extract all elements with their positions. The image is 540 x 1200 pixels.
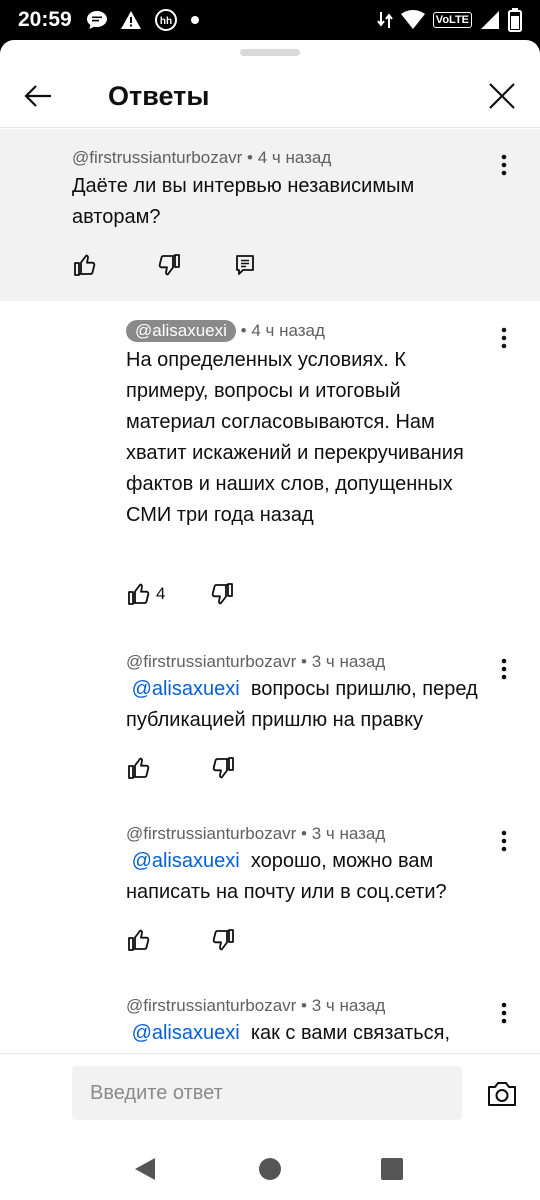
- user-mention[interactable]: @alisaxuexi: [132, 678, 240, 700]
- close-button[interactable]: [482, 76, 522, 116]
- hh-icon: hh: [154, 8, 178, 32]
- thumbs-down-icon: [212, 583, 234, 605]
- comment-time: • 4 ч назад: [240, 321, 325, 340]
- reply-item: @firstrussianturbozavr • 3 ч назад @alis…: [0, 649, 540, 799]
- dislike-button[interactable]: [209, 581, 235, 607]
- nav-back-button[interactable]: [130, 1154, 160, 1184]
- thumbs-up-icon: [128, 583, 150, 605]
- comment-meta: @firstrussianturbozavr • 3 ч назад: [126, 651, 385, 673]
- camera-button[interactable]: [482, 1074, 522, 1114]
- comment-time: • 3 ч назад: [301, 824, 386, 843]
- comment-text: Даёте ли вы интервью независимым авторам…: [72, 175, 415, 228]
- more-vert-icon: [501, 327, 507, 349]
- comment-icon: [236, 255, 254, 275]
- warning-icon: [120, 10, 142, 30]
- comment-time: • 3 ч назад: [301, 652, 386, 671]
- comment-author[interactable]: @firstrussianturbozavr: [126, 652, 296, 671]
- status-bar: 20:59 hh VoLTE: [0, 0, 540, 40]
- status-time: 20:59: [18, 8, 72, 31]
- comment-text: На определенных условиях. К примеру, воп…: [126, 349, 464, 526]
- chat-bubble-icon: [86, 10, 108, 30]
- reply-composer: Введите ответ: [0, 1053, 540, 1140]
- more-options-button[interactable]: [492, 324, 516, 352]
- camera-icon: [488, 1082, 516, 1106]
- arrow-left-icon: [24, 85, 51, 107]
- page-title: Ответы: [108, 81, 210, 111]
- like-button[interactable]: [126, 755, 152, 781]
- triangle-back-icon: [135, 1158, 155, 1180]
- nav-home-button[interactable]: [255, 1154, 285, 1184]
- comment-text: @alisaxuexi хорошо, можно вам написать н…: [126, 850, 447, 903]
- like-button[interactable]: [126, 927, 152, 953]
- dislike-button[interactable]: [210, 927, 236, 953]
- comment-text: @alisaxuexi вопросы пришлю, перед публик…: [126, 678, 478, 731]
- square-recents-icon: [381, 1158, 403, 1180]
- dot-icon: [190, 15, 200, 25]
- thumbs-up-icon: [74, 254, 96, 276]
- replies-sheet: Ответы @firstrussianturbozavr • 4 ч наза…: [0, 40, 540, 1140]
- comment-meta: @alisaxuexi • 4 ч назад: [126, 320, 325, 342]
- more-options-button[interactable]: [492, 151, 516, 179]
- thumbs-down-icon: [158, 254, 180, 276]
- thumbs-up-icon: [128, 757, 150, 779]
- comment-author[interactable]: @firstrussianturbozavr: [72, 148, 242, 167]
- user-mention[interactable]: @alisaxuexi: [132, 850, 240, 872]
- volte-badge: VoLTE: [432, 12, 472, 28]
- comment-author[interactable]: @firstrussianturbozavr: [126, 996, 296, 1015]
- comment-text: @alisaxuexi как с вами связаться,: [131, 1022, 451, 1044]
- reply-item: @alisaxuexi • 4 ч назад На определенных …: [0, 318, 540, 618]
- reply-input[interactable]: Введите ответ: [72, 1066, 462, 1120]
- circle-home-icon: [259, 1158, 281, 1180]
- parent-comment: @firstrussianturbozavr • 4 ч назад Даёте…: [0, 129, 540, 301]
- comment-author[interactable]: @firstrussianturbozavr: [126, 824, 296, 843]
- header: Ответы: [0, 64, 540, 128]
- comment-time: • 4 ч назад: [247, 148, 332, 167]
- svg-text:hh: hh: [160, 16, 172, 27]
- battery-icon: [508, 8, 522, 32]
- data-arrows-icon: [376, 10, 393, 30]
- more-vert-icon: [501, 154, 507, 176]
- like-count: 4: [156, 584, 166, 603]
- dislike-button[interactable]: [156, 252, 182, 278]
- comment-meta: @firstrussianturbozavr • 4 ч назад: [72, 147, 331, 169]
- back-button[interactable]: [18, 76, 58, 116]
- dislike-button[interactable]: [210, 755, 236, 781]
- like-button[interactable]: [72, 252, 98, 278]
- wifi-icon: [400, 10, 425, 30]
- reply-button[interactable]: [232, 252, 258, 278]
- comment-author-highlighted[interactable]: @alisaxuexi: [126, 320, 236, 342]
- nav-recents-button[interactable]: [377, 1154, 407, 1184]
- comment-time: • 3 ч назад: [301, 996, 386, 1015]
- thumbs-down-icon: [212, 929, 234, 951]
- reply-item: @firstrussianturbozavr • 3 ч назад @alis…: [0, 821, 540, 971]
- like-button[interactable]: [126, 581, 152, 607]
- user-mention[interactable]: @alisaxuexi: [132, 1022, 240, 1044]
- comment-meta: @firstrussianturbozavr • 3 ч назад: [126, 995, 385, 1017]
- signal-icon: [480, 10, 500, 30]
- reply-item: @firstrussianturbozavr • 3 ч назад @alis…: [0, 993, 540, 1053]
- drag-handle[interactable]: [240, 49, 300, 56]
- thumbs-down-icon: [212, 757, 234, 779]
- close-icon: [489, 83, 515, 109]
- thumbs-up-icon: [128, 929, 150, 951]
- comment-meta: @firstrussianturbozavr • 3 ч назад: [126, 823, 385, 845]
- system-nav-bar: [0, 1140, 540, 1200]
